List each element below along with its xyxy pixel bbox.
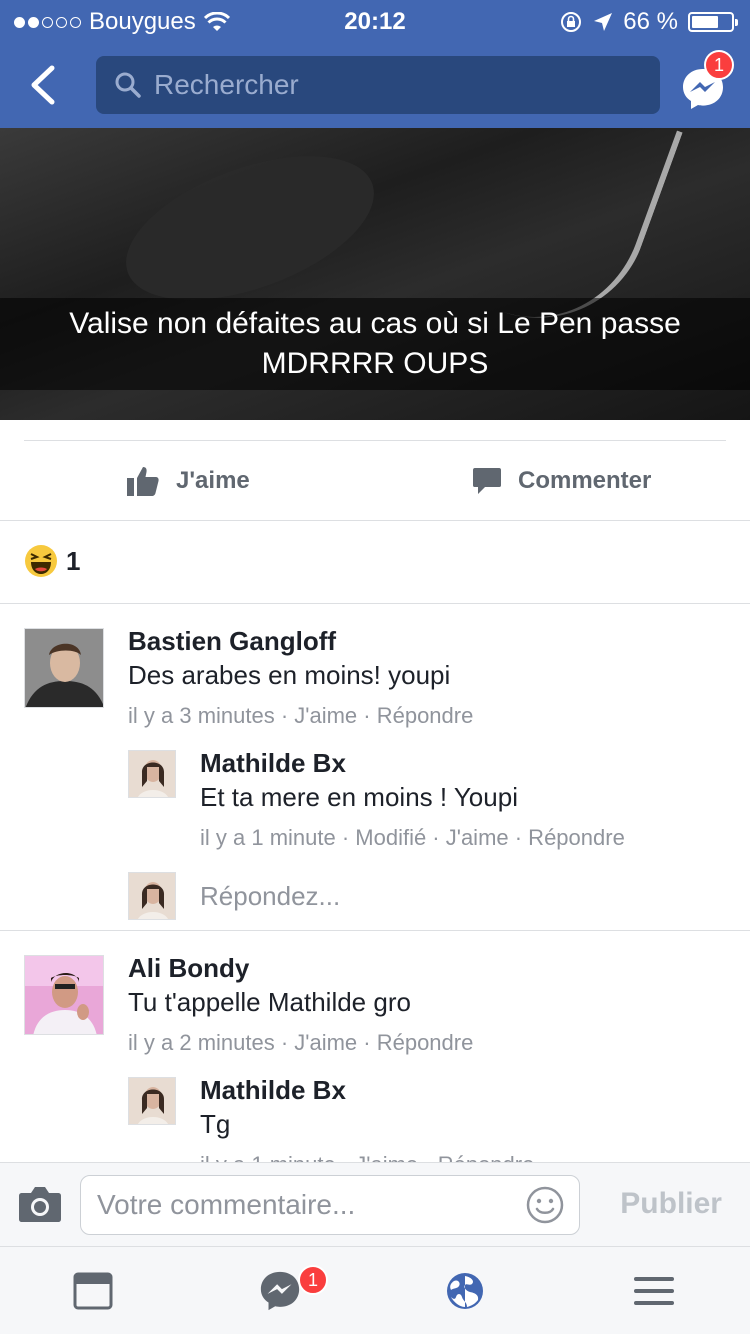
emoji-icon[interactable] xyxy=(525,1185,565,1225)
battery-icon xyxy=(688,12,738,32)
caption-line-1: Valise non défaites au cas où si Le Pen … xyxy=(69,307,681,340)
comment-author[interactable]: Ali Bondy xyxy=(128,953,249,984)
comment-input-placeholder: Votre commentaire... xyxy=(97,1189,356,1220)
publish-button[interactable]: Publier xyxy=(620,1187,722,1221)
battery-percent: 66 % xyxy=(623,8,678,35)
reactions-summary[interactable]: 1 xyxy=(24,544,80,578)
location-arrow-icon xyxy=(594,13,613,31)
avatar-photo xyxy=(25,956,103,1034)
reaction-count: 1 xyxy=(66,545,81,576)
like-label: J'aime xyxy=(176,467,250,494)
reply-text: Tg xyxy=(200,1109,231,1139)
avatar-photo xyxy=(129,1078,175,1124)
rotation-lock-icon xyxy=(561,12,582,32)
comment-icon xyxy=(473,468,501,494)
messenger-tab-badge: 1 xyxy=(298,1265,328,1295)
divider xyxy=(0,930,750,931)
avatar[interactable] xyxy=(24,628,104,708)
back-arrow-icon[interactable] xyxy=(24,62,64,108)
avatar-photo xyxy=(129,873,175,919)
comment-button[interactable]: Commenter xyxy=(472,456,651,506)
status-right: 66 % xyxy=(559,8,738,36)
tab-messenger[interactable]: 1 xyxy=(258,1265,328,1315)
avatar xyxy=(128,872,176,920)
caption-line-2: MDRRRR OUPS xyxy=(261,347,489,380)
news-feed-icon[interactable] xyxy=(73,1271,113,1311)
comment-text: Des arabes en moins! youpi xyxy=(128,660,451,690)
comment-meta[interactable]: il y a 2 minutes · J'aime · Répondre xyxy=(128,1030,473,1056)
messenger-button[interactable]: 1 xyxy=(678,50,734,110)
avatar[interactable] xyxy=(24,955,104,1035)
image-caption: Valise non défaites au cas où si Le Pen … xyxy=(0,298,750,390)
thumbs-up-icon xyxy=(127,467,159,496)
comment-label: Commenter xyxy=(518,467,652,494)
tab-bar: 1 xyxy=(0,1246,750,1334)
reply-author[interactable]: Mathilde Bx xyxy=(200,748,346,779)
reply-meta[interactable]: il y a 1 minute · Modifié · J'aime · Rép… xyxy=(200,825,625,851)
messenger-badge: 1 xyxy=(704,50,734,80)
like-button[interactable]: J'aime xyxy=(126,456,250,506)
avatar[interactable] xyxy=(128,750,176,798)
reply-input[interactable]: Répondez... xyxy=(200,881,340,912)
comment-input[interactable]: Votre commentaire... xyxy=(80,1175,580,1235)
search-placeholder: Rechercher xyxy=(154,69,299,100)
reply-text: Et ta mere en moins ! Youpi xyxy=(200,782,518,812)
messenger-icon xyxy=(260,1271,300,1311)
comment-text: Tu t'appelle Mathilde gro xyxy=(128,987,411,1017)
comment-meta[interactable]: il y a 3 minutes · J'aime · Répondre xyxy=(128,703,473,729)
post-image[interactable]: Valise non défaites au cas où si Le Pen … xyxy=(0,128,750,420)
camera-icon[interactable] xyxy=(18,1185,62,1223)
divider xyxy=(24,440,726,441)
divider xyxy=(0,520,750,521)
comment-composer: Votre commentaire... Publier xyxy=(0,1162,750,1246)
avatar[interactable] xyxy=(128,1077,176,1125)
haha-reaction-icon xyxy=(25,545,57,577)
top-bar: Bouygues 20:12 66 % Rechercher 1 xyxy=(0,0,750,128)
globe-notifications-icon[interactable] xyxy=(445,1271,485,1311)
avatar-photo xyxy=(129,751,175,797)
search-icon xyxy=(115,72,141,98)
reply-author[interactable]: Mathilde Bx xyxy=(200,1075,346,1106)
avatar-photo xyxy=(25,629,103,707)
comment-author[interactable]: Bastien Gangloff xyxy=(128,626,336,657)
search-bar[interactable]: Rechercher xyxy=(96,56,660,114)
menu-icon[interactable] xyxy=(634,1271,674,1311)
divider xyxy=(0,603,750,604)
status-bar: Bouygues 20:12 66 % xyxy=(0,0,750,42)
